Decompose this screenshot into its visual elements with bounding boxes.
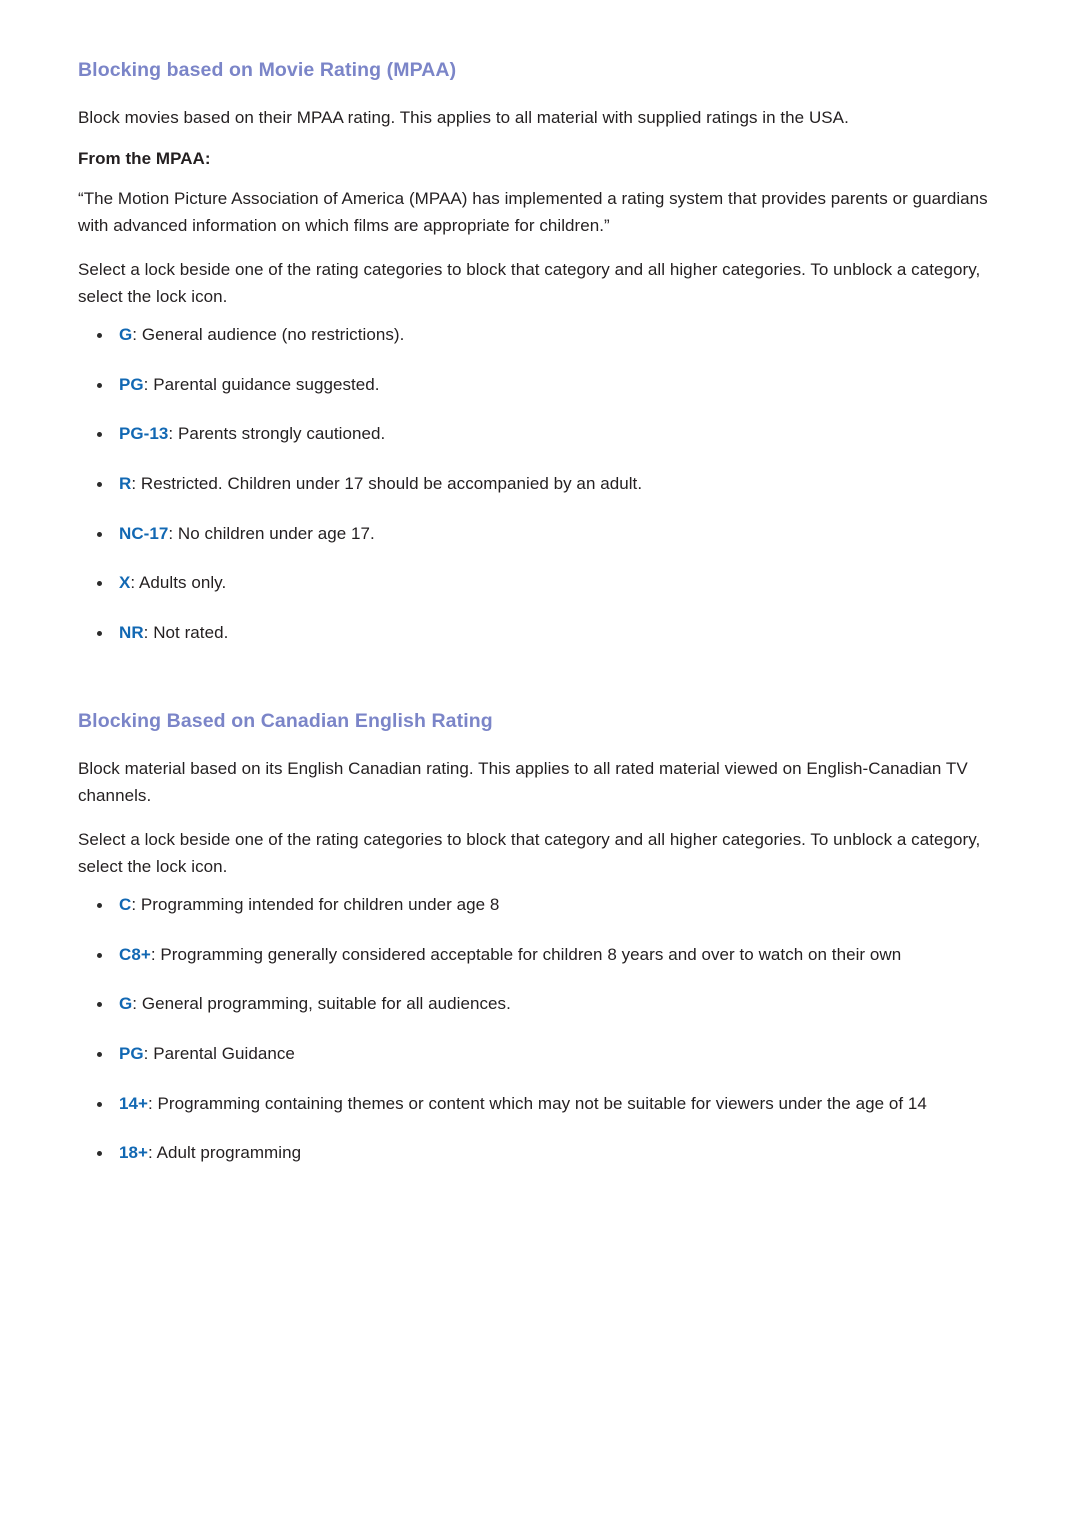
list-item: C8+: Programming generally considered ac… [78,942,1008,969]
bullet-icon [97,333,102,339]
rating-separator: : [143,1044,154,1063]
list-item: C: Programming intended for children und… [78,892,1008,919]
bullet-icon [97,1052,102,1057]
list-item: 14+: Programming containing themes or co… [78,1091,1008,1118]
list-item: PG-13: Parents strongly cautioned. [78,421,1008,448]
rating-separator: : [148,1143,157,1163]
rating-separator: : [148,1093,158,1113]
section-canadian-english: Blocking Based on Canadian English Ratin… [78,709,1008,1167]
mpaa-intro-paragraph: Block movies based on their MPAA rating.… [78,108,849,128]
list-item: R: Restricted. Children under 17 should … [78,471,1008,498]
rating-description: Programming intended for children under … [140,895,500,915]
rating-code: PG [119,374,144,394]
list-item: 18+: Adult programming [78,1140,1008,1167]
mpaa-rating-list: G: General audience (no restrictions). P… [78,322,1008,646]
rating-description: Parental Guidance [153,1044,295,1063]
bullet-icon [97,1101,102,1107]
section-mpaa: Blocking based on Movie Rating (MPAA) Bl… [78,58,1008,646]
list-item: NC-17: No children under age 17. [78,521,1008,548]
list-item: X: Adults only. [78,570,1008,597]
section-title-canadian-english: Blocking Based on Canadian English Ratin… [78,710,493,733]
rating-description: No children under age 17. [177,523,375,543]
rating-separator: : [130,573,139,593]
rating-code: C8+ [119,944,151,964]
bullet-icon [97,481,102,487]
bullet-icon [97,581,102,587]
rating-code: PG-13 [119,424,169,444]
document-content: Blocking based on Movie Rating (MPAA) Bl… [78,0,1008,1167]
rating-separator: : [131,473,141,493]
rating-description: Not rated. [153,622,229,642]
canadian-rating-list: C: Programming intended for children und… [78,892,1008,1166]
rating-separator: : [132,994,142,1014]
bullet-icon [97,382,102,388]
rating-separator: : [143,622,154,642]
list-item: NR: Not rated. [78,620,1008,647]
rating-description: Parental guidance suggested. [153,374,380,394]
rating-description: Adult programming [156,1143,302,1163]
rating-code: 18+ [119,1143,148,1163]
rating-code: C [119,895,132,915]
rating-code: X [119,573,131,593]
bullet-icon [97,1002,102,1008]
rating-code: NC-17 [119,523,169,543]
list-item: G: General audience (no restrictions). [78,322,1008,349]
document-page: Blocking based on Movie Rating (MPAA) Bl… [0,0,1080,1527]
bullet-icon [97,903,102,909]
bullet-icon [97,1151,102,1157]
rating-code: 14+ [119,1093,148,1113]
canadian-instruction-paragraph: Select a lock beside one of the rating c… [78,830,981,876]
rating-description: Adults only. [139,573,227,593]
rating-code: G [119,994,133,1014]
mpaa-quote-paragraph: “The Motion Picture Association of Ameri… [78,189,988,235]
bullet-icon [97,432,102,438]
mpaa-instruction-paragraph: Select a lock beside one of the rating c… [78,260,981,306]
rating-description: General programming, suitable for all au… [141,994,511,1014]
list-item: G: General programming, suitable for all… [78,991,1008,1018]
rating-separator: : [132,325,142,345]
rating-description: Programming containing themes or content… [157,1093,927,1113]
rating-code: NR [119,622,144,642]
bullet-icon [97,952,102,958]
bullet-icon [97,531,102,537]
rating-separator: : [168,523,178,543]
rating-code: R [119,473,132,493]
rating-description: Programming generally considered accepta… [160,944,902,964]
mpaa-subheading: From the MPAA: [78,148,211,168]
canadian-intro-paragraph: Block material based on its English Cana… [78,759,968,805]
page-title: Blocking based on Movie Rating (MPAA) [78,59,457,81]
rating-description: Restricted. Children under 17 should be … [140,473,643,493]
rating-description: General audience (no restrictions). [141,325,405,345]
rating-separator: : [168,424,178,444]
rating-code: PG [119,1044,144,1063]
list-item: PG: Parental guidance suggested. [78,372,1008,399]
rating-description: Parents strongly cautioned. [177,424,386,444]
bullet-icon [97,630,102,636]
rating-separator: : [131,895,141,915]
rating-code: G [119,325,133,345]
rating-separator: : [150,944,161,964]
rating-separator: : [143,374,154,394]
list-item: PG: Parental Guidance [78,1041,1008,1068]
